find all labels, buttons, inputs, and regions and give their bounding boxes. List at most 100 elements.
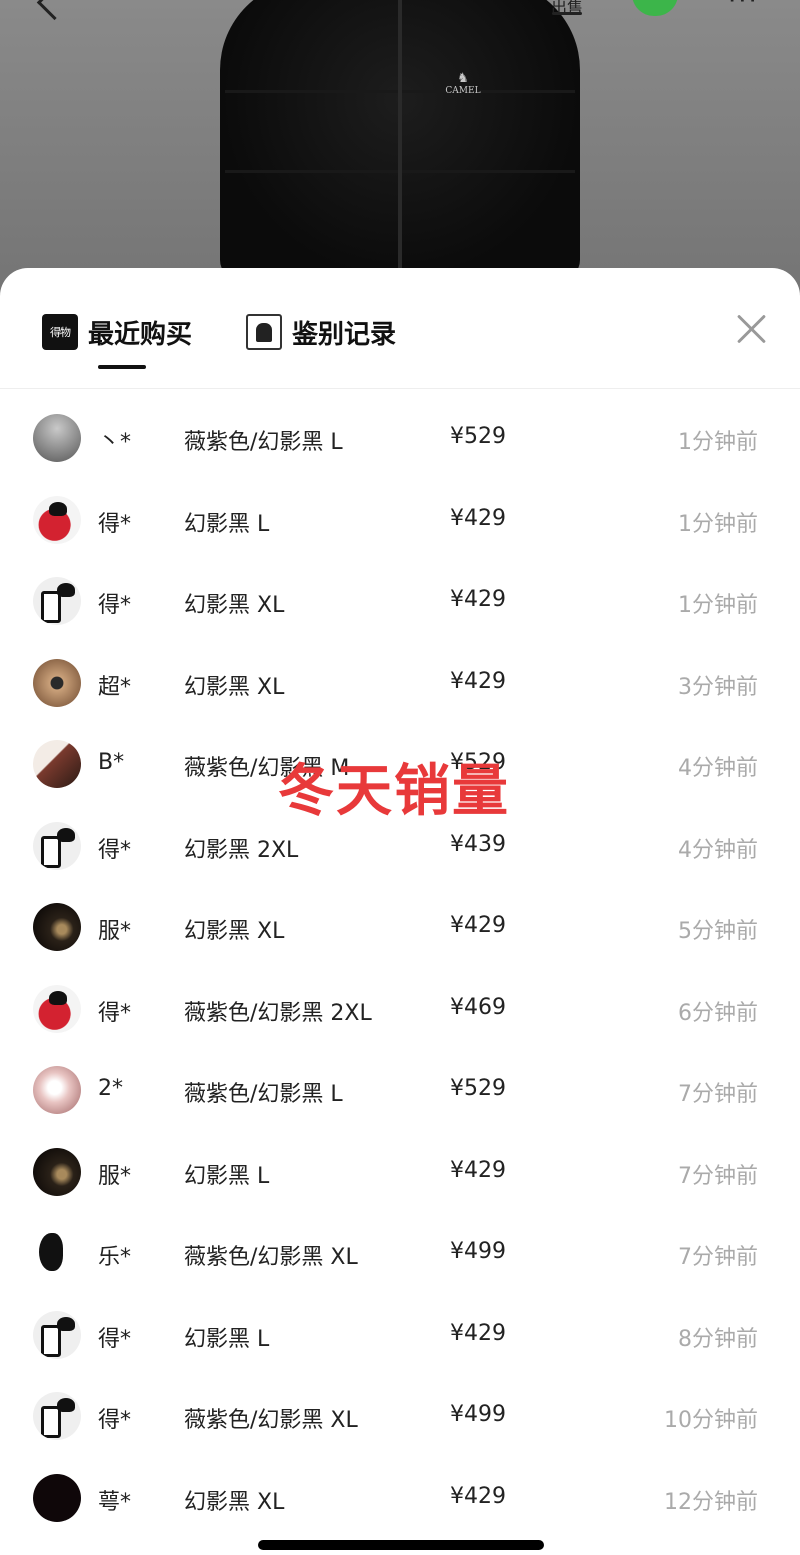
buyer-name: 得* [98, 837, 132, 863]
product-spec: 幻影黑 L [184, 1326, 270, 1352]
purchase-time: 7分钟前 [678, 1245, 758, 1270]
purchase-row: 得* 幻影黑 L ¥429 8分钟前 [0, 1295, 800, 1377]
brand-logo: ♞ CAMEL [442, 72, 484, 100]
purchase-time: 3分钟前 [678, 674, 758, 700]
price: ¥429 [450, 668, 506, 694]
price: ¥529 [450, 424, 506, 449]
purchase-time: 7分钟前 [678, 1082, 758, 1107]
product-spec: 薇紫色/幻影黑 XL [184, 1408, 358, 1433]
purchase-time: 4分钟前 [678, 837, 758, 863]
buyer-name: 得* [98, 1408, 132, 1433]
purchase-row: 超* 幻影黑 XL ¥429 3分钟前 [0, 643, 800, 725]
avatar [33, 577, 81, 625]
purchase-time: 12分钟前 [664, 1489, 758, 1515]
avatar [33, 658, 81, 707]
avatar [33, 495, 81, 544]
product-spec: 薇紫色/幻影黑 2XL [184, 1000, 372, 1026]
product-spec: 薇紫色/幻影黑 L [184, 430, 343, 455]
price: ¥429 [450, 1320, 506, 1346]
price: ¥499 [450, 1402, 506, 1427]
sell-button[interactable]: 出售 [548, 0, 586, 17]
buyer-name: 乐* [98, 1245, 132, 1270]
tab-bar: 得物 最近购买 鉴别记录 [0, 268, 800, 389]
avatar [33, 1147, 81, 1196]
jacket-zipper [398, 0, 402, 280]
purchase-row: 服* 幻影黑 XL ¥429 5分钟前 [0, 887, 800, 969]
product-spec: 薇紫色/幻影黑 L [184, 1082, 343, 1107]
buyer-name: 萼* [98, 1489, 132, 1515]
avatar [33, 821, 81, 870]
price: ¥429 [450, 1483, 506, 1509]
tab-label: 鉴别记录 [292, 319, 397, 350]
price: ¥529 [450, 1076, 506, 1101]
avatar [33, 740, 81, 788]
buyer-name: 服* [98, 1163, 132, 1189]
purchase-row: 萼* 幻影黑 XL ¥429 12分钟前 [0, 1458, 800, 1540]
avatar [33, 414, 81, 462]
purchase-row: 丶* 薇紫色/幻影黑 L ¥529 1分钟前 [0, 398, 800, 480]
buyer-name: 得* [98, 1000, 132, 1026]
purchase-list: 丶* 薇紫色/幻影黑 L ¥529 1分钟前 得* 幻影黑 L ¥429 1分钟前 得* 幻影黑 … [0, 398, 800, 1539]
recent-purchases-sheet: 得物 最近购买 鉴别记录 丶* 薇紫色/幻影黑 L ¥529 1分钟前 得* 幻影黑 L ¥… [0, 268, 800, 1555]
product-image-area: ♞ CAMEL 出售 ··· [0, 0, 800, 300]
purchase-time: 4分钟前 [678, 756, 758, 781]
tab-recent-purchases[interactable]: 得物 最近购买 [42, 312, 192, 352]
purchase-time: 10分钟前 [664, 1408, 758, 1433]
purchase-time: 1分钟前 [678, 593, 758, 618]
sell-label: 出售 [550, 0, 583, 17]
avatar [33, 984, 81, 1033]
dewu-logo-icon: 得物 [42, 314, 78, 350]
product-spec: 薇紫色/幻影黑 XL [184, 1245, 358, 1270]
price: ¥429 [450, 587, 506, 612]
wechat-icon[interactable] [632, 0, 678, 16]
purchase-row: 得* 薇紫色/幻影黑 2XL ¥469 6分钟前 [0, 969, 800, 1051]
purchase-row: 服* 幻影黑 L ¥429 7分钟前 [0, 1132, 800, 1214]
buyer-name: 2* [98, 1076, 123, 1101]
purchase-time: 6分钟前 [678, 1000, 758, 1026]
more-icon[interactable]: ··· [728, 0, 759, 16]
avatar [33, 1473, 81, 1522]
buyer-name: B* [98, 750, 125, 775]
avatar [33, 1066, 81, 1114]
purchase-row: 得* 薇紫色/幻影黑 XL ¥499 10分钟前 [0, 1376, 800, 1458]
purchase-time: 1分钟前 [678, 430, 758, 455]
price: ¥439 [450, 831, 506, 857]
purchase-row: 乐* 薇紫色/幻影黑 XL ¥499 7分钟前 [0, 1213, 800, 1295]
price: ¥429 [450, 913, 506, 938]
buyer-name: 超* [98, 674, 132, 700]
price: ¥429 [450, 505, 506, 531]
purchase-row: 2* 薇紫色/幻影黑 L ¥529 7分钟前 [0, 1050, 800, 1132]
avatar [33, 1392, 81, 1440]
buyer-name: 服* [98, 919, 132, 944]
camel-icon: ♞ [457, 71, 469, 86]
product-spec: 幻影黑 L [184, 511, 270, 537]
tab-label: 最近购买 [88, 319, 193, 350]
buyer-name: 得* [98, 593, 132, 618]
purchase-row: 得* 幻影黑 L ¥429 1分钟前 [0, 480, 800, 562]
purchase-time: 8分钟前 [678, 1326, 758, 1352]
avatar [33, 903, 81, 951]
product-spec: 幻影黑 XL [184, 674, 285, 700]
price: ¥499 [450, 1239, 506, 1264]
avatar [33, 1310, 81, 1359]
close-icon[interactable] [734, 312, 768, 346]
product-spec: 幻影黑 XL [184, 919, 285, 944]
price: ¥469 [450, 994, 506, 1020]
buyer-name: 得* [98, 1326, 132, 1352]
active-tab-indicator [98, 365, 146, 369]
home-indicator[interactable] [258, 1540, 544, 1550]
purchase-time: 5分钟前 [678, 919, 758, 944]
avatar [33, 1229, 81, 1277]
back-arrow-icon[interactable] [36, 0, 73, 21]
product-spec: 幻影黑 L [184, 1163, 270, 1189]
watermark-text: 冬天销量 [278, 759, 510, 824]
tab-authentication-records[interactable]: 鉴别记录 [246, 312, 396, 352]
product-spec: 幻影黑 2XL [184, 837, 299, 863]
product-spec: 幻影黑 XL [184, 1489, 285, 1515]
purchase-time: 1分钟前 [678, 511, 758, 537]
brand-logo-text: CAMEL [445, 86, 481, 96]
buyer-name: 得* [98, 511, 132, 537]
price: ¥429 [450, 1157, 506, 1183]
buyer-name: 丶* [98, 430, 132, 455]
product-spec: 幻影黑 XL [184, 593, 285, 618]
